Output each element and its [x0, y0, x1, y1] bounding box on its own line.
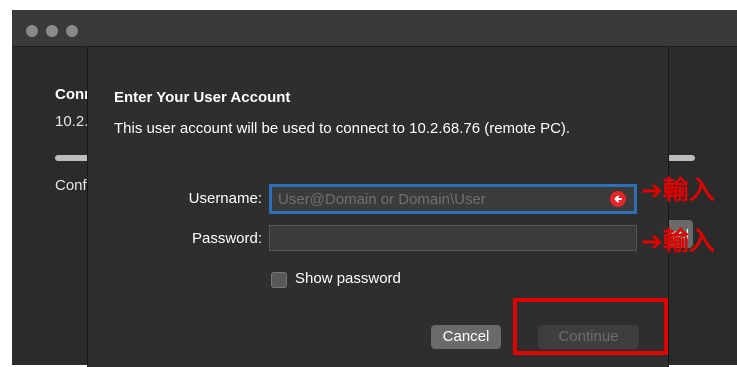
- show-password-checkbox[interactable]: [271, 272, 287, 288]
- password-field[interactable]: [269, 225, 637, 251]
- background-window-ip: 10.2.6: [55, 113, 87, 130]
- username-input[interactable]: [272, 187, 634, 211]
- cancel-button[interactable]: Cancel: [431, 325, 501, 349]
- username-field[interactable]: [269, 184, 637, 214]
- zoom-window-button[interactable]: [66, 25, 78, 37]
- username-annotation: ➔輸入: [641, 176, 715, 206]
- show-password-label[interactable]: Show password: [295, 270, 401, 287]
- password-label: Password:: [191, 230, 262, 247]
- continue-highlight-box: [513, 298, 668, 355]
- background-window-status: Confi: [55, 177, 87, 194]
- dialog-description: This user account will be used to connec…: [114, 120, 571, 137]
- background-connection-window: Conn 10.2.6 Confi: [42, 47, 87, 264]
- background-progress-bar: [55, 155, 87, 161]
- clear-input-icon[interactable]: [610, 191, 626, 207]
- close-window-button[interactable]: [26, 25, 38, 37]
- window-titlebar: [12, 10, 737, 47]
- password-annotation: ➔輸入: [641, 227, 715, 257]
- background-window-title: Conn: [55, 86, 87, 103]
- minimize-window-button[interactable]: [46, 25, 58, 37]
- dialog-title: Enter Your User Account: [114, 89, 291, 106]
- username-label: Username:: [188, 190, 262, 207]
- password-input[interactable]: [270, 226, 636, 250]
